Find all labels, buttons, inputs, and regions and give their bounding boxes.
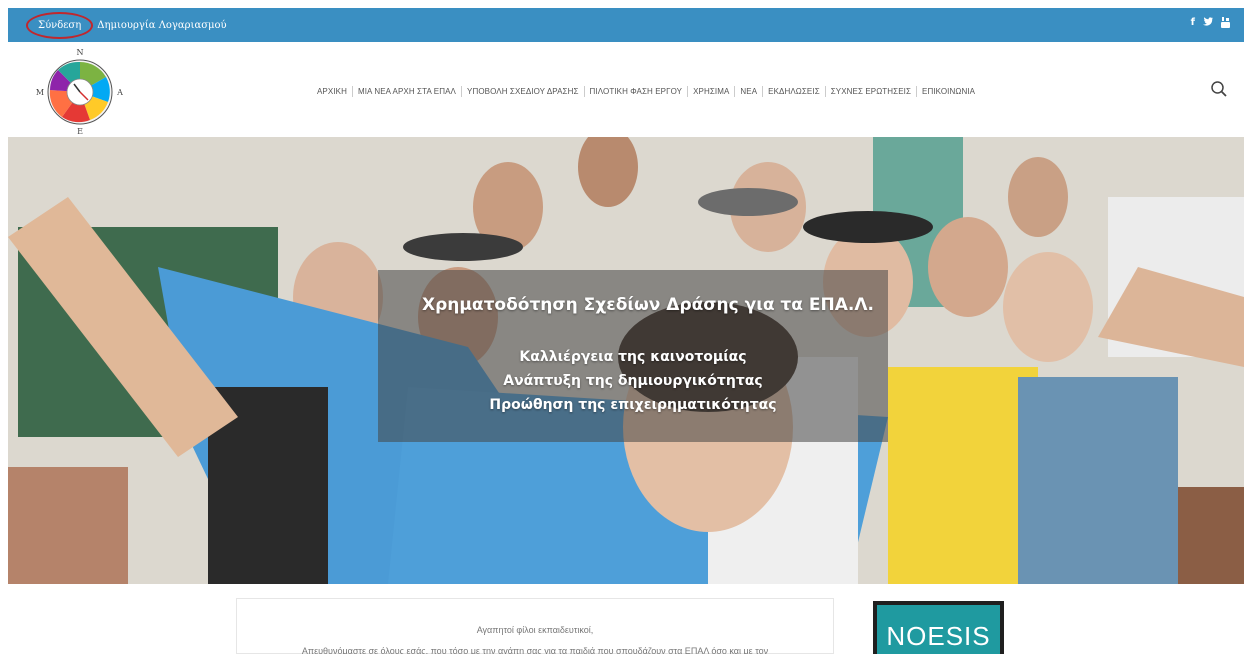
nav-item-faq[interactable]: ΣΥΧΝΕΣ ΕΡΩΤΗΣΕΙΣ (826, 87, 916, 96)
logo-east-letter: Α (116, 88, 123, 97)
login-highlight-ring (26, 11, 94, 39)
twitter-icon[interactable] (1203, 17, 1213, 31)
register-link[interactable]: Δημιουργία Λογαριασμού (97, 20, 226, 31)
nav-item-home[interactable]: ΑΡΧΙΚΗ (312, 87, 352, 96)
top-bar: Σύνδεση Δημιουργία Λογαριασμού f (8, 8, 1244, 42)
hero-title: Χρηματοδότηση Σχεδίων Δράσης για τα ΕΠΑ.… (422, 295, 874, 315)
hero-tagline: Προώθηση της επιχειρηματικότητας (489, 397, 777, 413)
logo-south-letter: Ε (77, 127, 83, 134)
logo-west-letter: Μ (36, 88, 44, 97)
main-nav: ΑΡΧΙΚΗ ΜΙΑ ΝΕΑ ΑΡΧΗ ΣΤΑ ΕΠΑΛ ΥΠΟΒΟΛΗ ΣΧΕ… (312, 86, 980, 97)
welcome-intro: Απευθυνόμαστε σε όλους εσάς, που τόσο με… (301, 646, 769, 654)
nav-item-pilot-phase[interactable]: ΠΙΛΟΤΙΚΗ ΦΑΣΗ ΕΡΓΟΥ (585, 87, 688, 96)
logo-north-letter: Ν (77, 48, 84, 57)
youtube-icon[interactable] (1221, 17, 1230, 31)
welcome-greeting: Αγαπητοί φίλοι εκπαιδευτικοί, (476, 625, 594, 635)
nav-item-events[interactable]: ΕΚΔΗΛΩΣΕΙΣ (763, 87, 825, 96)
nav-item-news[interactable]: ΝΕΑ (735, 87, 762, 96)
nav-item-new-start[interactable]: ΜΙΑ ΝΕΑ ΑΡΧΗ ΣΤΑ ΕΠΑΛ (353, 87, 461, 96)
hero-tagline: Καλλιέργεια της καινοτομίας (519, 349, 747, 365)
facebook-icon[interactable]: f (1191, 17, 1195, 31)
hero-taglines: Καλλιέργεια της καινοτομίας Ανάπτυξη της… (378, 345, 888, 417)
search-icon[interactable] (1210, 80, 1228, 98)
site-header: Ν Ε Μ Α ΑΡΧΙΚΗ ΜΙΑ ΝΕΑ ΑΡΧΗ ΣΤΑ ΕΠΑΛ ΥΠΟ… (8, 42, 1244, 137)
nav-item-submit-plan[interactable]: ΥΠΟΒΟΛΗ ΣΧΕΔΙΟΥ ΔΡΑΣΗΣ (462, 87, 584, 96)
login-link[interactable]: Σύνδεση (26, 11, 94, 39)
hero-banner: Χρηματοδότηση Σχεδίων Δράσης για τα ΕΠΑ.… (8, 137, 1244, 584)
noesis-logo-text: NOESIS (877, 605, 1000, 654)
social-links: f (1191, 17, 1230, 31)
welcome-box: Αγαπητοί φίλοι εκπαιδευτικοί, Απευθυνόμα… (236, 598, 834, 654)
nav-item-useful[interactable]: ΧΡΗΣΙΜΑ (688, 87, 734, 96)
hero-tagline: Ανάπτυξη της δημιουργικότητας (503, 373, 763, 389)
nav-item-contact[interactable]: ΕΠΙΚΟΙΝΩΝΙΑ (917, 87, 980, 96)
noesis-banner[interactable]: NOESIS (873, 601, 1004, 654)
site-logo[interactable]: Ν Ε Μ Α (36, 46, 124, 134)
